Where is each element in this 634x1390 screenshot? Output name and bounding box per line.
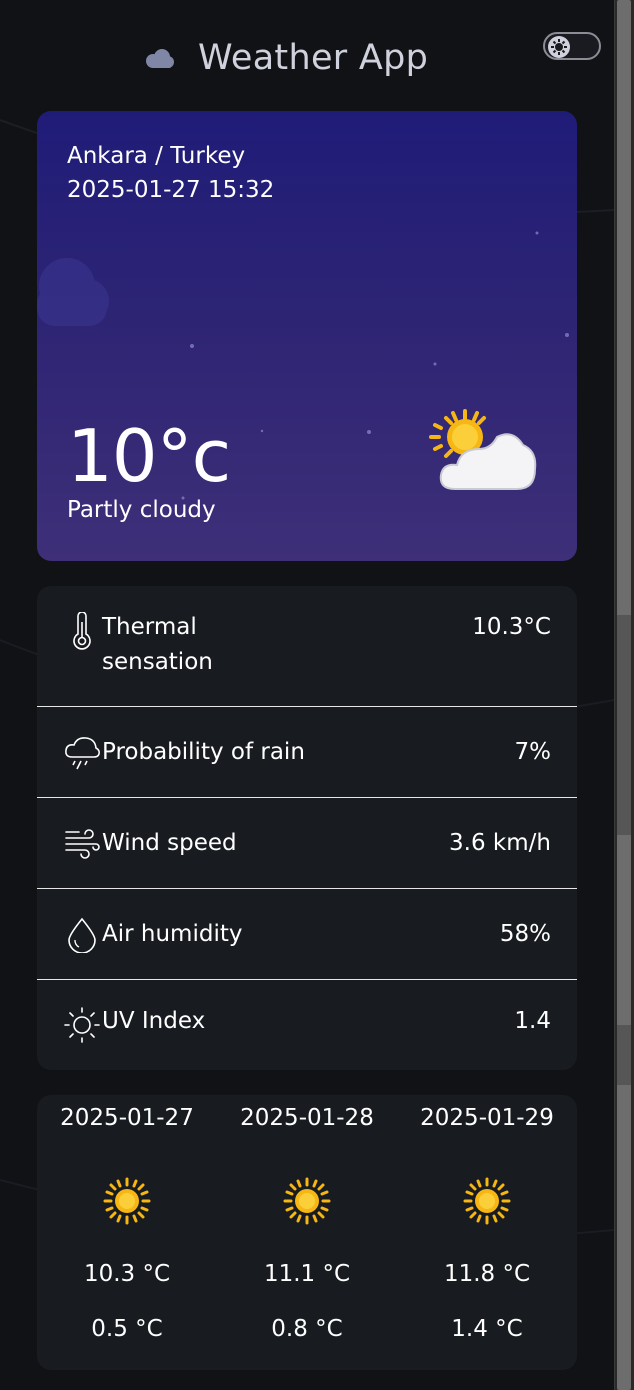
app-title: Weather App [198, 38, 429, 78]
detail-row-wind-speed: Wind speed 3.6 km/h [37, 798, 577, 889]
datetime-label: 2025-01-27 15:32 [67, 177, 275, 203]
forecast-date: 2025-01-27 [60, 1105, 194, 1131]
forecast-min-temp: 0.8 °C [271, 1316, 343, 1342]
detail-row-uv-index: UV Index 1.4 [37, 980, 577, 1070]
detail-label: UV Index [102, 1008, 206, 1034]
scrollbar-segment [617, 1025, 631, 1085]
forecast-max-temp: 11.8 °C [443, 1261, 531, 1287]
detail-label: Wind speed [102, 830, 237, 856]
weather-description: Partly cloudy [67, 497, 216, 523]
detail-label: Probability of rain [102, 739, 305, 765]
forecast-day: 2025-01-27 10.3 °C 0.5 °C [37, 1095, 217, 1370]
theme-toggle[interactable] [543, 32, 601, 60]
current-temperature: 10°c [67, 414, 231, 498]
scrollbar-segment [617, 615, 631, 835]
sun-icon [283, 1177, 331, 1225]
detail-label: Thermal sensation [102, 614, 213, 675]
forecast-day: 2025-01-29 11.8 °C 1.4 °C [397, 1095, 577, 1370]
app-header: Weather App [0, 28, 614, 92]
detail-label: Air humidity [102, 921, 243, 947]
sun-icon [103, 1177, 151, 1225]
forecast-max-temp: 10.3 °C [83, 1261, 171, 1287]
sun-icon [463, 1177, 511, 1225]
gear-icon [551, 39, 567, 55]
sun-outline-icon [64, 1007, 100, 1043]
cloud-logo-icon [146, 49, 174, 68]
detail-value: 10.3°C [472, 614, 551, 640]
forecast-min-temp: 1.4 °C [451, 1316, 523, 1342]
scrollbar[interactable] [614, 0, 634, 1390]
detail-row-air-humidity: Air humidity 58% [37, 889, 577, 980]
detail-row-thermal-sensation: Thermal sensation 10.3°C [37, 586, 577, 707]
forecast-day: 2025-01-28 11.1 °C 0.8 °C [217, 1095, 397, 1370]
details-card: Thermal sensation 10.3°C Probability of … [37, 586, 577, 1070]
detail-value: 58% [499, 921, 551, 947]
rain-cloud-icon [65, 737, 100, 770]
wind-icon [65, 829, 100, 859]
forecast-date: 2025-01-28 [240, 1105, 374, 1131]
detail-value: 7% [514, 739, 552, 765]
location-label: Ankara / Turkey [67, 143, 246, 169]
droplet-icon [68, 917, 96, 953]
detail-row-probability-of-rain: Probability of rain 7% [37, 707, 577, 798]
partly-cloudy-icon [429, 409, 537, 490]
detail-value: 1.4 [514, 1008, 551, 1034]
forecast-date: 2025-01-29 [420, 1105, 554, 1131]
forecast-max-temp: 11.1 °C [263, 1261, 351, 1287]
current-weather-card: Ankara / Turkey 2025-01-27 15:32 10°c Pa… [37, 111, 577, 561]
toggle-knob[interactable] [548, 36, 570, 58]
detail-value: 3.6 km/h [449, 830, 551, 856]
forecast-card: 2025-01-27 10.3 °C 0.5 °C 2025-01-28 11.… [37, 1095, 577, 1370]
forecast-min-temp: 0.5 °C [91, 1316, 163, 1342]
thermometer-icon [73, 612, 91, 650]
